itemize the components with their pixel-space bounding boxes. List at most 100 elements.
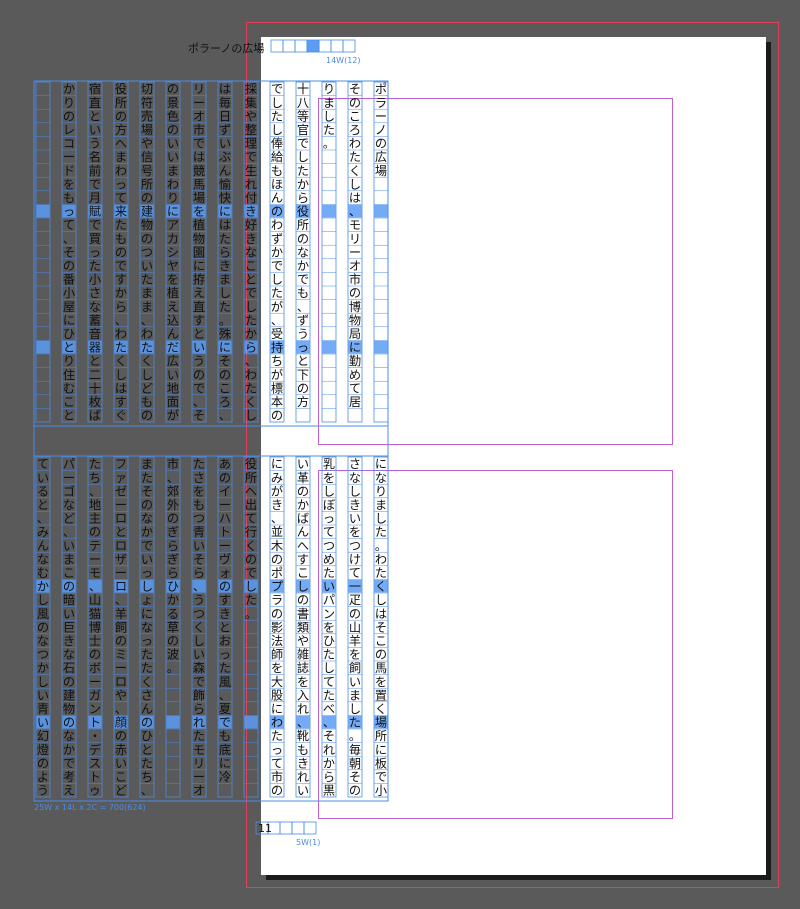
glyph: 所 — [245, 471, 257, 485]
glyph: く — [141, 354, 153, 368]
glyph: し — [37, 675, 49, 689]
glyph: カ — [167, 232, 179, 246]
glyph: ・ — [89, 729, 101, 743]
glyph: ん — [37, 539, 49, 553]
glyph: た — [375, 566, 387, 580]
glyph: の — [375, 648, 387, 662]
glyph: え — [167, 300, 179, 314]
glyph: ま — [375, 498, 387, 512]
glyph: 、 — [89, 580, 101, 594]
running-head-grid-cell — [342, 39, 356, 53]
glyph: 出 — [245, 498, 257, 512]
glyph: 本 — [271, 395, 283, 409]
grid-highlight-cell — [322, 340, 336, 354]
glyph: 底 — [219, 742, 231, 757]
running-head-grid-cell — [330, 39, 344, 53]
glyph: ァ — [115, 471, 127, 485]
glyph: で — [297, 137, 309, 151]
glyph: わ — [375, 552, 387, 566]
glyph: で — [193, 137, 205, 151]
glyph: た — [141, 756, 153, 770]
glyph: い — [193, 341, 205, 355]
running-head-grid-cell — [306, 39, 320, 53]
glyph: ー — [219, 498, 231, 512]
glyph: べ — [323, 702, 335, 716]
glyph: つ — [193, 607, 205, 621]
glyph: ド — [63, 164, 75, 178]
glyph: こ — [63, 566, 75, 580]
glyph: ま — [167, 164, 179, 178]
glyph: 二 — [89, 368, 101, 382]
glyph: 月 — [89, 191, 101, 205]
glyph: な — [37, 552, 49, 566]
glyph: く — [349, 164, 361, 178]
glyph: に — [219, 756, 231, 770]
glyph: パ — [63, 457, 75, 471]
glyph: を — [63, 177, 75, 191]
glyph: 書 — [297, 607, 309, 621]
glyph: た — [141, 648, 153, 662]
glyph: 博 — [349, 299, 361, 314]
glyph: に — [271, 702, 283, 716]
glyph: 、 — [89, 484, 101, 498]
glyph: 蓄 — [89, 313, 101, 327]
glyph: い — [63, 607, 75, 621]
glyph: 快 — [219, 191, 231, 205]
glyph: ま — [141, 286, 153, 300]
glyph: の — [115, 245, 127, 259]
glyph: い — [37, 688, 49, 702]
glyph: き — [297, 756, 309, 770]
glyph: 給 — [271, 150, 283, 164]
glyph: 、 — [219, 688, 231, 702]
glyph: わ — [271, 218, 283, 232]
glyph: で — [245, 566, 257, 580]
glyph: 宿 — [89, 81, 101, 96]
glyph: か — [37, 580, 49, 594]
glyph: が — [271, 483, 283, 498]
glyph: 採 — [245, 82, 257, 96]
glyph: た — [141, 273, 153, 287]
glyph: 住 — [63, 368, 75, 382]
glyph: み — [271, 471, 283, 485]
indesign-workspace: ポラーノの広場そのころわたくしは、モリーオ市の博物局に勤めて居りました。十八等官… — [0, 0, 800, 909]
glyph: 来 — [115, 205, 127, 219]
glyph: た — [375, 525, 387, 539]
glyph: が — [167, 408, 179, 423]
glyph: 類 — [297, 620, 309, 634]
glyph: り — [323, 82, 335, 96]
glyph: 師 — [271, 648, 283, 662]
frame-grid-overlay[interactable]: ポラーノの広場そのころわたくしは、モリーオ市の博物局に勤めて居りました。十八等官… — [0, 0, 800, 909]
glyph: の — [219, 471, 231, 485]
glyph: 所 — [297, 218, 309, 232]
glyph: か — [245, 327, 257, 341]
glyph: で — [271, 82, 283, 96]
glyph: て — [63, 218, 75, 232]
glyph: 士 — [89, 634, 101, 648]
glyph: 。 — [245, 607, 257, 621]
glyph: そ — [63, 245, 75, 259]
page-number-grid-cell — [291, 821, 305, 835]
glyph: っ — [323, 512, 335, 526]
glyph: ー — [63, 471, 75, 485]
glyph: こ — [349, 109, 361, 123]
running-head-grid-cell — [282, 39, 296, 53]
glyph: か — [297, 177, 309, 191]
glyph: な — [37, 634, 49, 648]
glyph: こ — [375, 634, 387, 648]
glyph: 。 — [167, 661, 179, 675]
glyph: ー — [115, 661, 127, 675]
glyph: ー — [349, 245, 361, 259]
glyph: た — [89, 457, 101, 471]
glyph: オ — [193, 784, 205, 798]
glyph: 俸 — [271, 137, 283, 151]
glyph: さ — [349, 457, 361, 471]
glyph: 官 — [297, 122, 309, 137]
glyph: リ — [349, 232, 361, 246]
glyph: い — [193, 539, 205, 553]
glyph: ガ — [89, 688, 101, 702]
glyph: の — [167, 82, 179, 96]
glyph: 並 — [271, 525, 283, 539]
glyph: 所 — [375, 729, 387, 743]
glyph: 物 — [349, 313, 361, 327]
glyph: つ — [323, 539, 335, 553]
